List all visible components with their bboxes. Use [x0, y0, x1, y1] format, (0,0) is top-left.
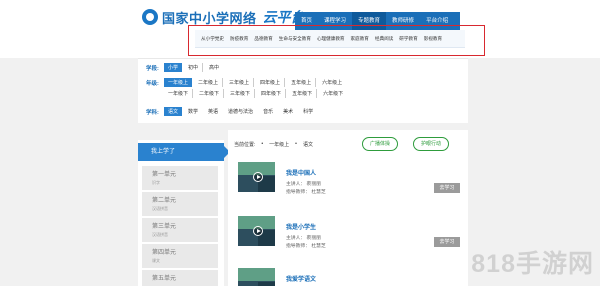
breadcrumb-dot-icon: • — [295, 141, 297, 147]
stage-label: 学段: — [146, 65, 159, 72]
breadcrumb-label: 当前位置: — [234, 142, 256, 148]
eye-care-button[interactable]: 护眼行动 — [413, 137, 450, 151]
unit-name: 第五单元 — [152, 276, 177, 282]
lesson-thumbnail[interactable] — [238, 268, 275, 286]
subnav-item[interactable]: 防疫教育 — [230, 36, 248, 42]
subnav-item[interactable]: 家庭教育 — [351, 36, 369, 42]
unit-item[interactable]: 第二单元 汉语拼音 — [142, 192, 218, 216]
stage-option[interactable]: 初中 — [184, 63, 204, 72]
unit-item[interactable]: 第四单元 课文 — [142, 244, 218, 268]
lesson-item[interactable]: 我是中国人 主讲人： 裹丽丽 指导教师： 杜慧芝 去学习 — [238, 162, 460, 210]
lesson-item[interactable]: 我爱学语文 — [238, 268, 460, 286]
grade-option[interactable]: 二年级上 — [194, 78, 224, 87]
grade-option[interactable]: 五年级上 — [287, 78, 317, 87]
unit-item[interactable]: 第五单元 — [142, 270, 218, 286]
unit-sidebar-header[interactable]: 我上学了 — [138, 143, 230, 161]
grade-option[interactable]: 一年级下 — [164, 89, 194, 98]
subnav-item[interactable]: 心理健康教育 — [317, 36, 345, 42]
grade-option[interactable]: 三年级上 — [225, 78, 255, 87]
subnav-item[interactable]: 影视教育 — [424, 36, 442, 42]
breadcrumb-dot-icon: • — [261, 141, 264, 147]
unit-subtitle: 识字 — [152, 180, 160, 185]
lesson-guide: 指导教师： 杜慧芝 — [286, 190, 326, 195]
subject-option[interactable]: 音乐 — [259, 107, 277, 116]
subject-filter-row: 学科: 语文 数学 英语 道德与法治 音乐 美术 科学 — [146, 107, 319, 116]
unit-name: 第二单元 — [152, 198, 177, 204]
lesson-item[interactable]: 我是小学生 主讲人： 裹丽丽 指导教师： 杜慧芝 去学习 — [238, 216, 460, 264]
site-title: 国家中小学网络 — [162, 10, 257, 26]
filter-panel: 学段: 小学 初中 高中 年级: 一年级上 二年级上 三年级上 四年级上 五年级… — [138, 58, 468, 123]
breadcrumb-subject[interactable]: 语文 — [303, 141, 313, 148]
logo-emblem-icon — [142, 9, 158, 25]
subject-option[interactable]: 美术 — [279, 107, 297, 116]
site-header: 国家中小学网络 云平台 首页 课程学习 专题教育 教师研修 平台介绍 从小学党史… — [0, 0, 600, 58]
unit-item[interactable]: 第三单元 汉语拼音 — [142, 218, 218, 242]
grade-option[interactable]: 二年级下 — [195, 89, 225, 98]
unit-name: 第一单元 — [152, 172, 177, 178]
subject-option[interactable]: 语文 — [164, 107, 183, 116]
subnav-item[interactable]: 经典阅读 — [375, 36, 393, 42]
nav-item-about[interactable]: 平台介绍 — [420, 12, 454, 30]
unit-subtitle: 课文 — [152, 258, 160, 263]
go-learn-button[interactable]: 去学习 — [434, 237, 460, 247]
unit-subtitle: 汉语拼音 — [152, 206, 168, 211]
play-icon — [253, 226, 263, 236]
go-learn-button[interactable]: 去学习 — [434, 183, 460, 193]
lesson-speaker: 主讲人： 裹丽丽 — [286, 182, 321, 187]
grade-label: 年级: — [146, 80, 159, 87]
unit-subtitle: 汉语拼音 — [152, 232, 168, 237]
site-logo[interactable]: 国家中小学网络 云平台 — [142, 8, 305, 26]
subnav-item[interactable]: 品德教育 — [254, 36, 272, 42]
nav-item-home[interactable]: 首页 — [295, 12, 318, 30]
play-icon — [253, 172, 263, 182]
nav-item-topics[interactable]: 专题教育 — [352, 12, 387, 30]
lesson-speaker: 主讲人： 裹丽丽 — [286, 236, 321, 241]
unit-sidebar: 我上学了 第一单元 识字 第二单元 汉语拼音 第三单元 汉语拼音 第四单元 课文… — [138, 140, 230, 286]
lesson-guide: 指导教师： 杜慧芝 — [286, 244, 326, 249]
nav-item-courses[interactable]: 课程学习 — [318, 12, 352, 30]
lesson-thumbnail[interactable] — [238, 216, 275, 246]
breadcrumb: 当前位置: • 一年级上 • 语文 — [234, 141, 313, 148]
grade-filter-row: 年级: 一年级上 二年级上 三年级上 四年级上 五年级上 六年级上 — [146, 78, 348, 87]
unit-name: 第四单元 — [152, 250, 177, 256]
lesson-title[interactable]: 我是中国人 — [286, 168, 316, 177]
grade-option[interactable]: 四年级上 — [256, 78, 286, 87]
watermark: 818手游网 — [471, 250, 594, 278]
subject-option[interactable]: 英语 — [204, 107, 222, 116]
nav-item-teacher-training[interactable]: 教师研修 — [386, 12, 420, 30]
grade-option[interactable]: 六年级下 — [319, 89, 347, 98]
subject-label: 学科: — [146, 109, 159, 116]
unit-name: 第三单元 — [152, 224, 177, 230]
main-nav: 首页 课程学习 专题教育 教师研修 平台介绍 — [295, 12, 460, 30]
lesson-thumbnail[interactable] — [238, 162, 275, 192]
stage-filter-row: 学段: 小学 初中 高中 — [146, 63, 225, 72]
lesson-title[interactable]: 我是小学生 — [286, 222, 316, 231]
topic-subnav: 从小学党史 防疫教育 品德教育 生命与安全教育 心理健康教育 家庭教育 经典阅读… — [195, 30, 465, 48]
subnav-item[interactable]: 从小学党史 — [201, 36, 224, 42]
stage-option[interactable]: 高中 — [205, 63, 223, 72]
grade-option[interactable]: 五年级下 — [288, 89, 318, 98]
subnav-item[interactable]: 研学教育 — [399, 36, 417, 42]
subject-option[interactable]: 科学 — [299, 107, 317, 116]
lesson-list-panel: 当前位置: • 一年级上 • 语文 广播体操 护眼行动 我是中国人 主讲人： 裹… — [228, 130, 468, 286]
grade-option[interactable]: 六年级上 — [318, 78, 346, 87]
grade-filter-row-2: 一年级下 二年级下 三年级下 四年级下 五年级下 六年级下 — [146, 89, 349, 98]
breadcrumb-grade[interactable]: 一年级上 — [269, 141, 289, 148]
grade-option[interactable]: 四年级下 — [257, 89, 287, 98]
radio-exercise-button[interactable]: 广播体操 — [362, 137, 399, 151]
subject-option[interactable]: 数学 — [184, 107, 202, 116]
lesson-title[interactable]: 我爱学语文 — [286, 274, 316, 283]
grade-option[interactable]: 三年级下 — [226, 89, 256, 98]
unit-item[interactable]: 第一单元 识字 — [142, 166, 218, 190]
subnav-item[interactable]: 生命与安全教育 — [279, 36, 311, 42]
grade-option[interactable]: 一年级上 — [164, 78, 193, 87]
stage-option[interactable]: 小学 — [164, 63, 183, 72]
subject-option[interactable]: 道德与法治 — [224, 107, 257, 116]
